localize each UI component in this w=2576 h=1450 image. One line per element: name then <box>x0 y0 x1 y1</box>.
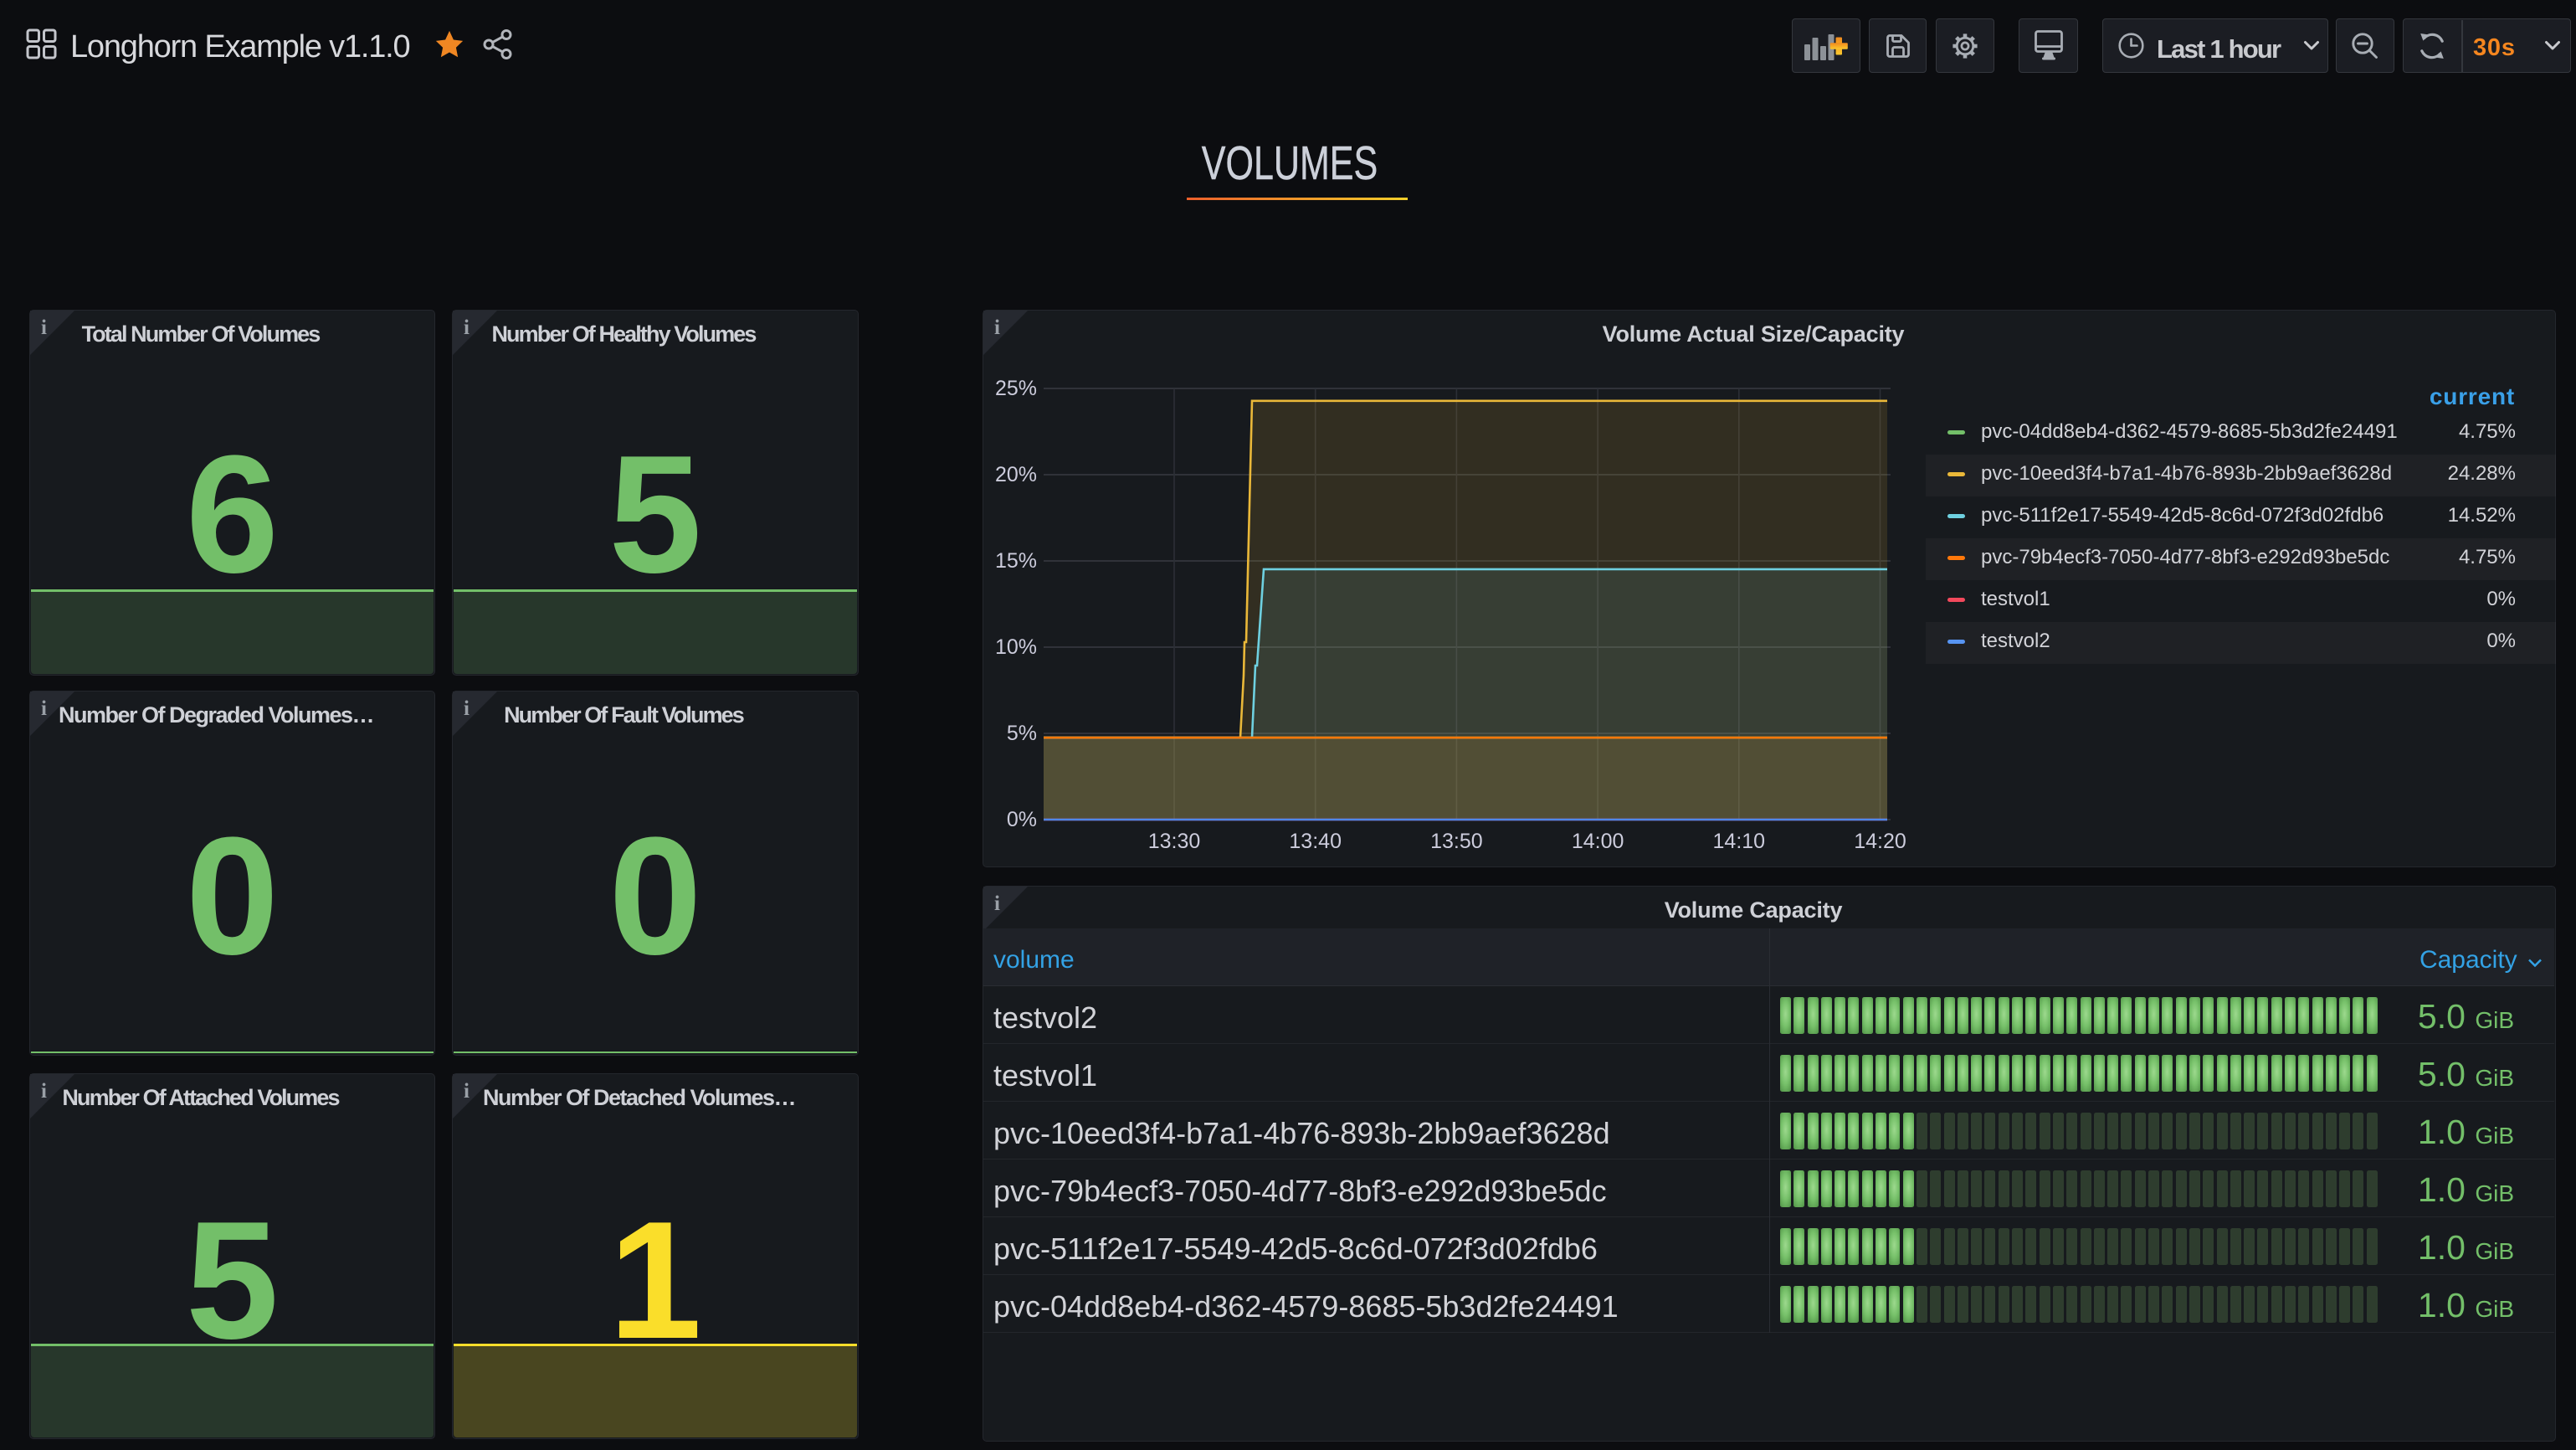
svg-text:10%: 10% <box>995 635 1037 659</box>
svg-text:15%: 15% <box>995 549 1037 573</box>
svg-text:13:40: 13:40 <box>1289 830 1342 853</box>
svg-text:14:10: 14:10 <box>1713 830 1766 853</box>
svg-text:20%: 20% <box>995 463 1037 486</box>
svg-text:14:00: 14:00 <box>1572 830 1624 853</box>
svg-text:13:50: 13:50 <box>1430 830 1483 853</box>
svg-text:0%: 0% <box>1007 808 1037 831</box>
svg-text:5%: 5% <box>1007 722 1037 745</box>
svg-text:14:20: 14:20 <box>1854 830 1906 853</box>
svg-text:25%: 25% <box>995 377 1037 400</box>
svg-text:13:30: 13:30 <box>1148 830 1201 853</box>
